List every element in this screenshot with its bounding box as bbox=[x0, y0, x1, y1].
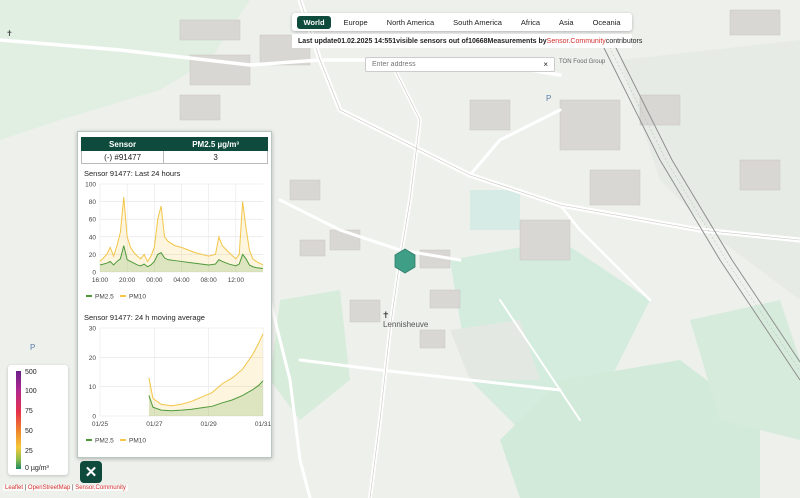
company-label: TON Food Group bbox=[559, 59, 606, 65]
region-selector: World Europe North America South America Afr… bbox=[292, 13, 632, 31]
chart-moving-average: 0 10 20 30 01/25 01/27 01/29 01/31 PM2.5 PM10 bbox=[86, 326, 272, 445]
village-label: Lennisheuve bbox=[383, 320, 429, 329]
visible-sensors-text: visible sensors out of bbox=[396, 37, 469, 45]
chart-avg-y-tick-label: 20 bbox=[89, 355, 97, 362]
church-icon-2: ✝ bbox=[6, 29, 13, 38]
chart-avg-x-tick-label: 01/27 bbox=[146, 421, 163, 428]
pm25-column-header: PM2.5 µg/m³ bbox=[163, 137, 268, 151]
chart-24h-y-tick-label: 60 bbox=[89, 217, 97, 224]
attribution-separator: | bbox=[71, 485, 74, 491]
chart-avg-legend-pm25: PM2.5 bbox=[95, 438, 114, 445]
clear-search-icon[interactable]: × bbox=[543, 60, 548, 69]
legend-label-25: 25 bbox=[25, 448, 33, 455]
close-button[interactable]: ✕ bbox=[80, 461, 102, 483]
legend-label-100: 100 bbox=[25, 388, 37, 395]
status-bar: Last update 01.02.2025 14:55 1 visible s… bbox=[292, 34, 642, 48]
region-tab-north-america[interactable]: North America bbox=[381, 16, 441, 29]
region-tab-africa[interactable]: Africa bbox=[515, 16, 546, 29]
map-attribution: Leaflet | OpenStreetMap | Sensor.Communi… bbox=[3, 485, 128, 491]
attribution-separator: | bbox=[24, 485, 27, 491]
sensor-popup: Sensor PM2.5 µg/m³ (-) #91477 3 Sensor 9… bbox=[77, 131, 272, 458]
chart-24h-x-tick-label: 12:00 bbox=[228, 277, 245, 284]
total-sensor-count: 10668 bbox=[468, 37, 488, 45]
chart-24h-y-tick-label: 40 bbox=[89, 234, 97, 241]
parking-label: P bbox=[546, 94, 551, 103]
chart-avg-x-tick-label: 01/31 bbox=[255, 421, 272, 428]
chart-24h-x-tick-label: 00:00 bbox=[146, 277, 163, 284]
chart-avg-legend-pm10: PM10 bbox=[129, 438, 146, 445]
address-search: × bbox=[365, 57, 555, 72]
chart-avg-title: Sensor 91477: 24 h moving average bbox=[84, 313, 205, 322]
last-update-label: Last update bbox=[298, 37, 338, 45]
pm25-value-cell: 3 bbox=[163, 150, 268, 164]
chart-24h-x-tick-label: 20:00 bbox=[119, 277, 136, 284]
chart-avg-y-tick-label: 30 bbox=[89, 326, 97, 333]
chart-avg-y-tick-label: 10 bbox=[89, 384, 97, 391]
table-row[interactable]: (-) #91477 3 bbox=[80, 150, 268, 164]
chart-24h: 0 20 40 60 80 100 16:00 20:00 00:00 04:00 08:00 12:… bbox=[85, 182, 264, 301]
legend-label-75: 75 bbox=[25, 408, 33, 415]
sensor-id-cell[interactable]: (-) #91477 bbox=[80, 150, 165, 164]
chart-24h-x-tick-label: 16:00 bbox=[92, 277, 109, 284]
chart-24h-title: Sensor 91477: Last 24 hours bbox=[84, 169, 181, 178]
chart-24h-legend-pm25: PM2.5 bbox=[95, 294, 114, 301]
last-update-value: 01.02.2025 14:55 bbox=[337, 37, 393, 45]
chart-24h-legend-pm10: PM10 bbox=[129, 294, 146, 301]
chart-24h-y-tick-label: 100 bbox=[85, 182, 96, 189]
legend-label-0: 0 µg/m³ bbox=[25, 465, 49, 472]
chart-24h-x-tick-label: 08:00 bbox=[201, 277, 218, 284]
region-tab-south-america[interactable]: South America bbox=[447, 16, 508, 29]
legend-label-500: 500 bbox=[25, 369, 37, 376]
chart-24h-y-tick-label: 80 bbox=[89, 199, 97, 206]
sensor-table: Sensor PM2.5 µg/m³ (-) #91477 3 bbox=[80, 137, 268, 164]
leaflet-link[interactable]: Leaflet bbox=[5, 485, 23, 491]
sensor-community-attribution-link[interactable]: Sensor.Community bbox=[75, 485, 126, 491]
chart-24h-x-tick-label: 04:00 bbox=[173, 277, 190, 284]
sensor-community-link[interactable]: Sensor.Community bbox=[547, 38, 606, 45]
measurements-by-text: Measurements by bbox=[487, 37, 547, 45]
chart-24h-y-tick-label: 0 bbox=[92, 270, 96, 277]
region-tab-europe[interactable]: Europe bbox=[338, 16, 374, 29]
legend-label-50: 50 bbox=[25, 428, 33, 435]
church-icon: ✝ bbox=[382, 311, 390, 321]
chart-avg-y-tick-label: 0 bbox=[92, 414, 96, 421]
chart-avg-x-tick-label: 01/29 bbox=[200, 421, 217, 428]
sensor-column-header: Sensor bbox=[80, 137, 165, 151]
color-scale-bar bbox=[16, 371, 21, 469]
parking-label-2: P bbox=[30, 343, 35, 352]
region-tab-asia[interactable]: Asia bbox=[553, 16, 580, 29]
contributors-text: contributors bbox=[605, 37, 643, 45]
chart-24h-y-tick-label: 20 bbox=[89, 252, 97, 259]
chart-avg-x-tick-label: 01/25 bbox=[92, 421, 109, 428]
region-tab-world[interactable]: World bbox=[297, 15, 331, 29]
openstreetmap-link[interactable]: OpenStreetMap bbox=[28, 485, 70, 491]
address-search-input[interactable] bbox=[372, 61, 544, 68]
color-scale-legend: 500 100 75 50 25 0 µg/m³ bbox=[8, 365, 68, 475]
region-tab-oceania[interactable]: Oceania bbox=[587, 16, 627, 29]
